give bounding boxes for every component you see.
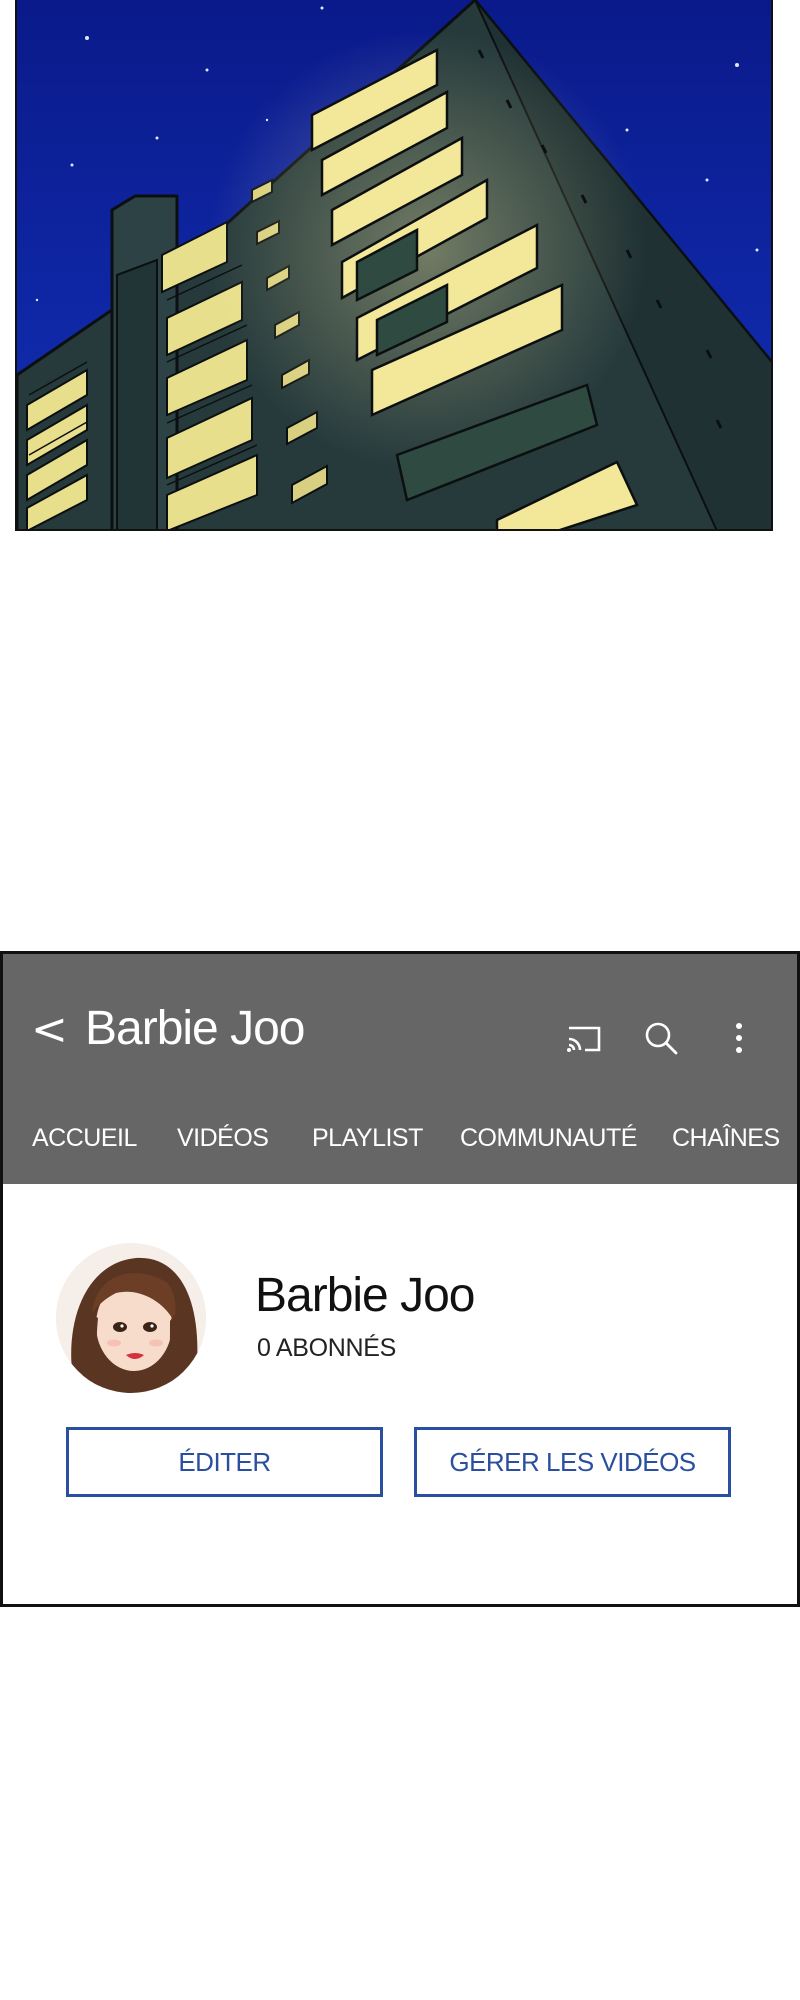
chevron-left-icon: < xyxy=(31,1004,68,1055)
tab-videos[interactable]: VIDÉOS xyxy=(177,1114,269,1162)
page-title: Barbie Joo xyxy=(85,1002,305,1055)
night-building-illustration xyxy=(17,0,771,529)
channel-tabs: ACCUEIL VIDÉOS PLAYLIST COMMUNAUTÉ CHAÎN… xyxy=(3,1114,797,1162)
channel-name: Barbie Joo xyxy=(255,1269,475,1322)
avatar[interactable] xyxy=(56,1243,206,1393)
more-options-button[interactable] xyxy=(717,1016,761,1060)
avatar-illustration xyxy=(56,1243,206,1393)
search-icon xyxy=(645,1022,678,1055)
search-button[interactable] xyxy=(639,1016,683,1060)
channel-screen: < Barbie Joo ACCUEIL VIDÉOS PLAYLIST COM… xyxy=(0,951,800,1607)
tab-accueil[interactable]: ACCUEIL xyxy=(32,1114,137,1162)
subscriber-count: 0 ABONNÉS xyxy=(257,1334,397,1362)
edit-button[interactable]: ÉDITER xyxy=(66,1427,383,1497)
more-vertical-icon xyxy=(736,1023,742,1053)
tab-playlist[interactable]: PLAYLIST xyxy=(312,1114,423,1162)
manage-videos-button[interactable]: GÉRER LES VIDÉOS xyxy=(414,1427,731,1497)
tab-communaute[interactable]: COMMUNAUTÉ xyxy=(460,1114,637,1162)
back-button[interactable]: < xyxy=(31,1000,71,1060)
cast-button[interactable] xyxy=(561,1016,605,1060)
comic-panel xyxy=(15,0,773,531)
tab-chaines[interactable]: CHAÎNES xyxy=(672,1114,780,1162)
app-bar: < Barbie Joo ACCUEIL VIDÉOS PLAYLIST COM… xyxy=(3,954,797,1184)
cast-icon xyxy=(567,1026,601,1052)
